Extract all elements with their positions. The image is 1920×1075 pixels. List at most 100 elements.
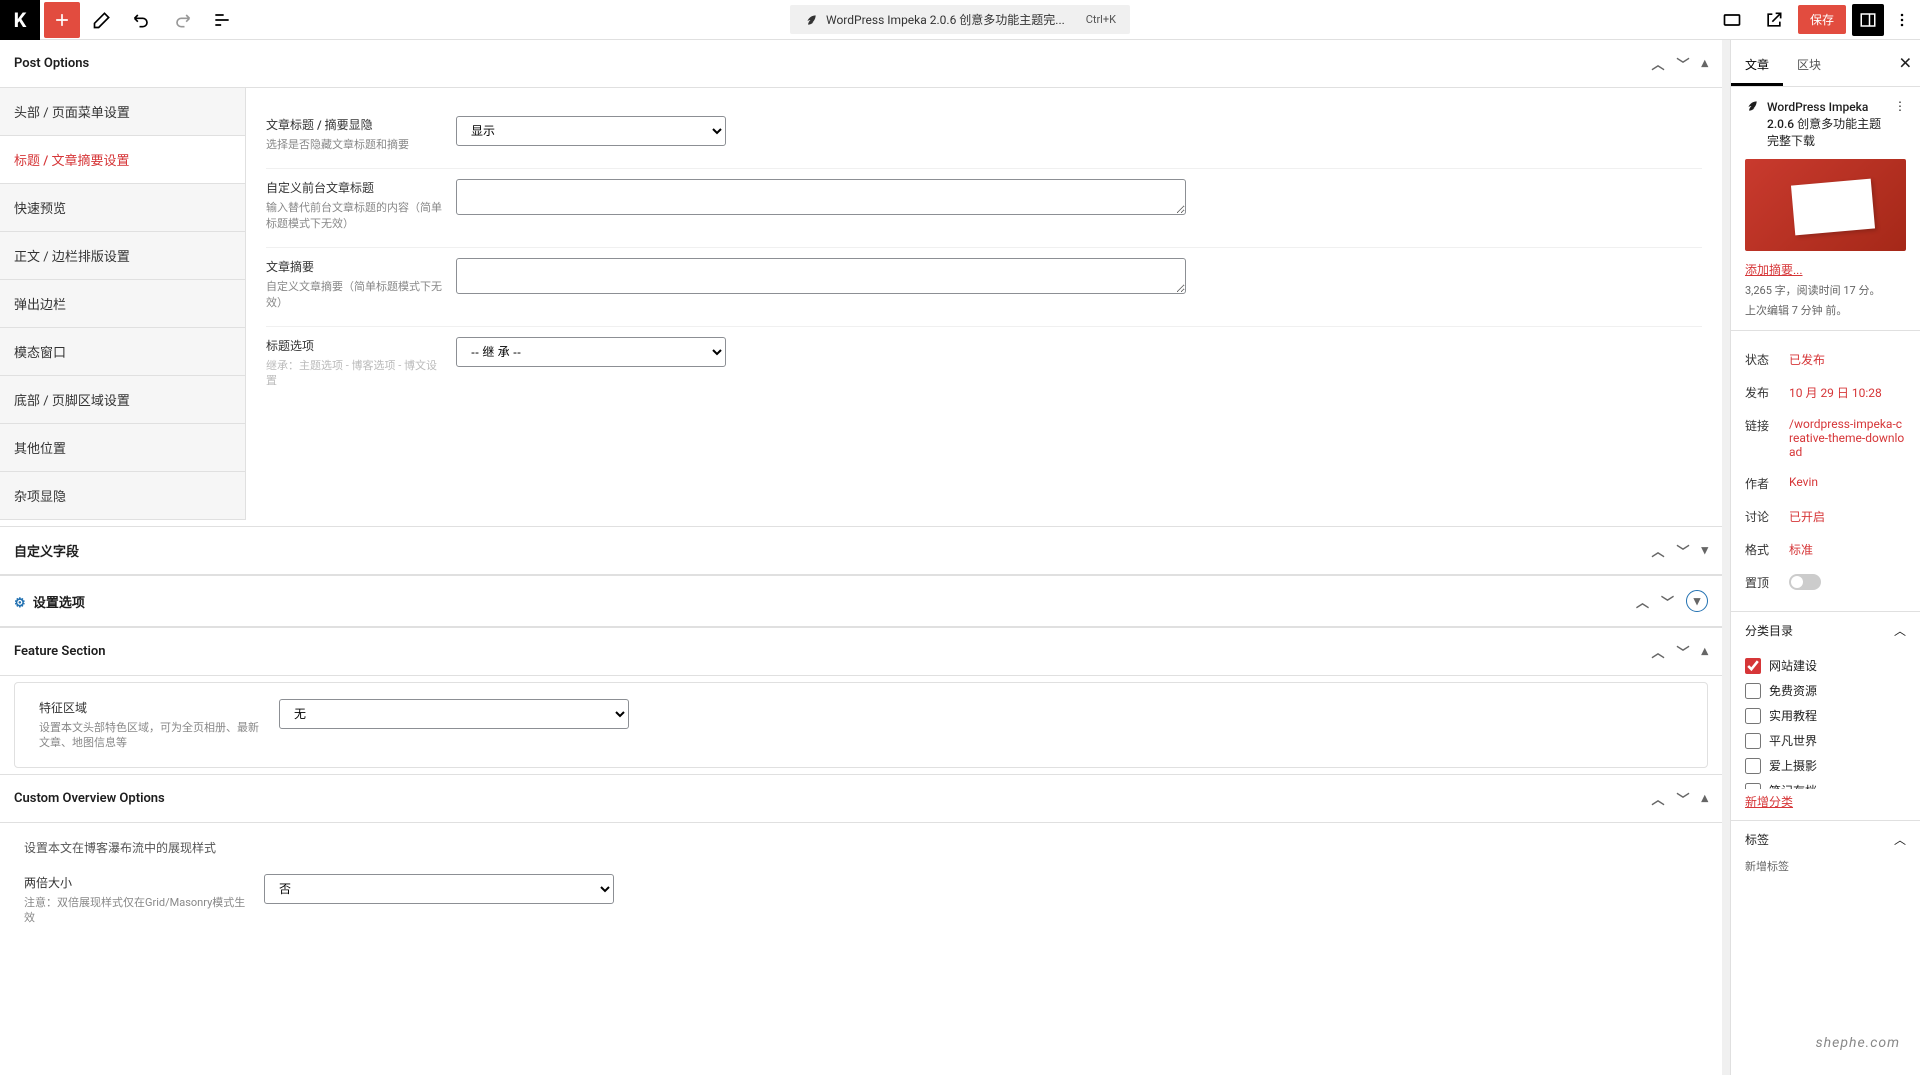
- redo-button[interactable]: [164, 2, 200, 38]
- category-item[interactable]: 平凡世界: [1745, 728, 1906, 753]
- sticky-toggle[interactable]: [1789, 574, 1821, 590]
- excerpt-textarea[interactable]: [456, 258, 1186, 294]
- close-sidebar-icon[interactable]: ✕: [1899, 54, 1912, 73]
- discussion-value[interactable]: 已开启: [1789, 508, 1825, 525]
- move-up-icon[interactable]: ︿: [1651, 54, 1664, 73]
- publish-value[interactable]: 10 月 29 日 10:28: [1789, 384, 1882, 401]
- tab-post[interactable]: 文章: [1731, 40, 1783, 86]
- collapse-icon[interactable]: ▴: [1701, 56, 1708, 71]
- document-title-bar[interactable]: WordPress Impeka 2.0.6 创意多功能主题完... Ctrl+…: [790, 5, 1130, 34]
- category-checkbox[interactable]: [1745, 658, 1761, 674]
- tab-title-excerpt[interactable]: 标题 / 文章摘要设置: [0, 136, 245, 184]
- edit-tools-button[interactable]: [84, 2, 120, 38]
- category-checkbox[interactable]: [1745, 683, 1761, 699]
- move-up-icon[interactable]: ︿: [1636, 592, 1649, 611]
- move-down-icon[interactable]: ﹀: [1676, 54, 1689, 73]
- feature-area-select[interactable]: 无: [279, 699, 629, 729]
- expand-icon[interactable]: ▾: [1701, 543, 1708, 558]
- field-help: 设置本文头部特色区域，可为全页相册、最新文章、地图信息等: [39, 720, 265, 751]
- new-tag-label: 新增标签: [1731, 858, 1920, 884]
- link-value[interactable]: /wordpress-impeka-creative-theme-downloa…: [1789, 417, 1906, 459]
- format-value[interactable]: 标准: [1789, 541, 1813, 558]
- status-value[interactable]: 已发布: [1789, 351, 1825, 368]
- tab-other-positions[interactable]: 其他位置: [0, 424, 245, 472]
- custom-title-textarea[interactable]: [456, 179, 1186, 215]
- title-options-select[interactable]: -- 继 承 --: [456, 337, 726, 367]
- add-excerpt-link[interactable]: 添加摘要...: [1745, 261, 1803, 278]
- collapse-icon[interactable]: ▴: [1701, 644, 1708, 659]
- feather-icon: [804, 13, 818, 27]
- tab-content-sidebar[interactable]: 正文 / 边栏排版设置: [0, 232, 245, 280]
- move-down-icon[interactable]: ﹀: [1676, 541, 1689, 560]
- field-help: 注意：双倍展现样式仅在Grid/Masonry模式生效: [24, 895, 250, 926]
- field-label: 标题选项: [266, 337, 442, 354]
- preview-external-button[interactable]: [1756, 2, 1792, 38]
- post-options-tab-nav: 头部 / 页面菜单设置 标题 / 文章摘要设置 快速预览 正文 / 边栏排版设置…: [0, 88, 246, 520]
- featured-image-thumbnail[interactable]: [1745, 159, 1906, 251]
- feature-section-header[interactable]: Feature Section ︿ ﹀ ▴: [0, 627, 1722, 676]
- tab-block[interactable]: 区块: [1783, 40, 1835, 86]
- category-item[interactable]: 实用教程: [1745, 703, 1906, 728]
- field-custom-title: 自定义前台文章标题 输入替代前台文章标题的内容（简单标题模式下无效）: [266, 169, 1702, 248]
- view-modes-button[interactable]: [1714, 2, 1750, 38]
- category-checkbox[interactable]: [1745, 708, 1761, 724]
- chevron-up-icon: ︿: [1894, 831, 1906, 848]
- undo-button[interactable]: [124, 2, 160, 38]
- settings-sidebar: 文章 区块 ✕ WordPress Impeka 2.0.6 创意多功能主题完整…: [1730, 40, 1920, 1075]
- post-options-title: Post Options: [14, 56, 89, 71]
- move-up-icon[interactable]: ︿: [1651, 642, 1664, 661]
- sidebar-categories-section: 分类目录 ︿ 网站建设免费资源实用教程平凡世界爱上摄影笔记存档 新增分类: [1731, 612, 1920, 820]
- post-actions-icon[interactable]: ⋮: [1894, 99, 1906, 113]
- field-label: 文章标题 / 摘要显隐: [266, 116, 442, 133]
- link-label: 链接: [1745, 417, 1789, 459]
- title-visibility-select[interactable]: 显示: [456, 116, 726, 146]
- tab-header-menu[interactable]: 头部 / 页面菜单设置: [0, 88, 245, 136]
- custom-fields-panel-header[interactable]: 自定义字段 ︿ ﹀ ▾: [0, 526, 1722, 575]
- top-toolbar: K WordPress Impeka 2.0.6 创意多功能主题完... Ctr…: [0, 0, 1920, 40]
- move-up-icon[interactable]: ︿: [1651, 541, 1664, 560]
- category-checkbox[interactable]: [1745, 758, 1761, 774]
- move-down-icon[interactable]: ﹀: [1661, 592, 1674, 611]
- settings-options-panel-header[interactable]: ⚙ 设置选项 ︿ ﹀ ▾: [0, 575, 1722, 627]
- categories-section-header[interactable]: 分类目录 ︿: [1731, 612, 1920, 649]
- sidebar-post-title: WordPress Impeka 2.0.6 创意多功能主题完整下载: [1767, 99, 1886, 149]
- double-size-select[interactable]: 否: [264, 874, 614, 904]
- sticky-label: 置顶: [1745, 574, 1789, 591]
- category-item[interactable]: 爱上摄影: [1745, 753, 1906, 778]
- category-item[interactable]: 免费资源: [1745, 678, 1906, 703]
- post-options-header[interactable]: Post Options ︿ ﹀ ▴: [0, 40, 1722, 88]
- tab-quick-preview[interactable]: 快速预览: [0, 184, 245, 232]
- document-outline-button[interactable]: [204, 2, 240, 38]
- settings-options-title: 设置选项: [33, 596, 85, 611]
- move-up-icon[interactable]: ︿: [1651, 789, 1664, 808]
- add-block-button[interactable]: [44, 2, 80, 38]
- post-options-tab-content: 文章标题 / 摘要显隐 选择是否隐藏文章标题和摘要 显示 自定义前台文章标题 输…: [246, 88, 1722, 520]
- collapse-icon[interactable]: ▴: [1701, 791, 1708, 806]
- tab-popup-sidebar[interactable]: 弹出边栏: [0, 280, 245, 328]
- site-logo[interactable]: K: [0, 0, 40, 40]
- tab-misc-visibility[interactable]: 杂项显隐: [0, 472, 245, 520]
- custom-overview-header[interactable]: Custom Overview Options ︿ ﹀ ▴: [0, 774, 1722, 823]
- expand-circle-icon[interactable]: ▾: [1686, 590, 1708, 612]
- cog-icon: ⚙: [14, 596, 26, 611]
- settings-sidebar-toggle[interactable]: [1852, 4, 1884, 36]
- category-item[interactable]: 网站建设: [1745, 653, 1906, 678]
- sidebar-tags-section: 标签 ︿ 新增标签: [1731, 820, 1920, 884]
- category-item[interactable]: 笔记存档: [1745, 778, 1906, 789]
- word-count-line: 3,265 字，阅读时间 17 分。: [1745, 282, 1906, 298]
- author-value[interactable]: Kevin: [1789, 475, 1818, 492]
- add-category-link[interactable]: 新增分类: [1731, 789, 1807, 820]
- tab-modal-window[interactable]: 模态窗口: [0, 328, 245, 376]
- more-menu-button[interactable]: [1890, 2, 1914, 38]
- editor-scrollbar[interactable]: [1722, 40, 1730, 1075]
- move-down-icon[interactable]: ﹀: [1676, 642, 1689, 661]
- category-checkbox[interactable]: [1745, 733, 1761, 749]
- tags-section-header[interactable]: 标签 ︿: [1731, 821, 1920, 858]
- feature-section-body: 特征区域 设置本文头部特色区域，可为全页相册、最新文章、地图信息等 无: [14, 682, 1708, 768]
- chevron-up-icon: ︿: [1894, 622, 1906, 639]
- save-button[interactable]: 保存: [1798, 5, 1846, 34]
- post-options-body: 头部 / 页面菜单设置 标题 / 文章摘要设置 快速预览 正文 / 边栏排版设置…: [0, 88, 1722, 520]
- tab-footer-area[interactable]: 底部 / 页脚区域设置: [0, 376, 245, 424]
- tags-title: 标签: [1745, 831, 1769, 848]
- move-down-icon[interactable]: ﹀: [1676, 789, 1689, 808]
